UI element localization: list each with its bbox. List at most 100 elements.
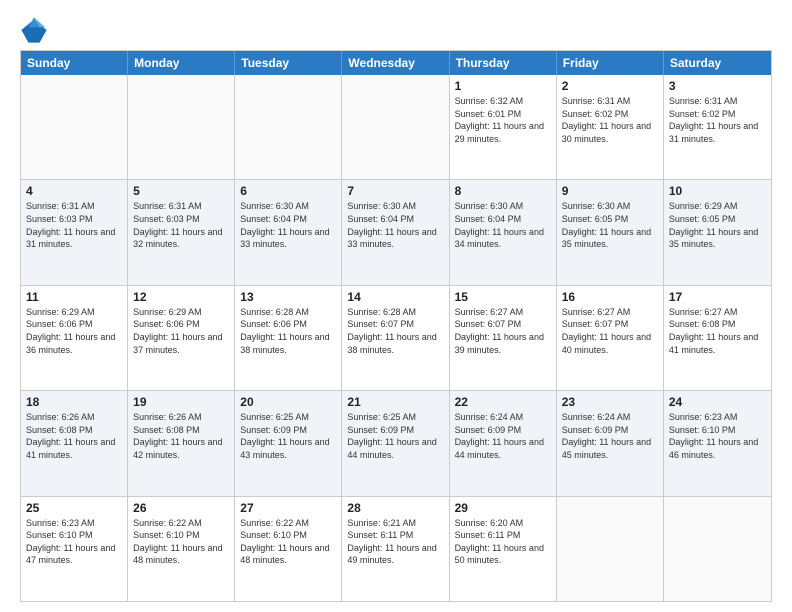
calendar-cell: 27 Sunrise: 6:22 AM Sunset: 6:10 PM Dayli… (235, 497, 342, 601)
calendar-cell: 20 Sunrise: 6:25 AM Sunset: 6:09 PM Dayli… (235, 391, 342, 495)
calendar-cell: 2 Sunrise: 6:31 AM Sunset: 6:02 PM Daylig… (557, 75, 664, 179)
calendar-cell: 6 Sunrise: 6:30 AM Sunset: 6:04 PM Daylig… (235, 180, 342, 284)
day-number: 15 (455, 290, 551, 304)
day-number: 27 (240, 501, 336, 515)
day-number: 23 (562, 395, 658, 409)
logo-icon (20, 16, 48, 44)
calendar-cell: 17 Sunrise: 6:27 AM Sunset: 6:08 PM Dayli… (664, 286, 771, 390)
calendar-cell: 23 Sunrise: 6:24 AM Sunset: 6:09 PM Dayli… (557, 391, 664, 495)
day-number: 28 (347, 501, 443, 515)
cell-info: Sunrise: 6:28 AM Sunset: 6:06 PM Dayligh… (240, 306, 336, 356)
cell-info: Sunrise: 6:30 AM Sunset: 6:04 PM Dayligh… (455, 200, 551, 250)
day-number: 2 (562, 79, 658, 93)
calendar-cell: 12Sunrise: 6:29 AM Sunset: 6:06 PM Dayli… (128, 286, 235, 390)
day-number: 11 (26, 290, 122, 304)
calendar-cell: 15 Sunrise: 6:27 AM Sunset: 6:07 PM Dayli… (450, 286, 557, 390)
cell-info: Sunrise: 6:29 AM Sunset: 6:06 PM Dayligh… (26, 306, 122, 356)
calendar-cell (235, 75, 342, 179)
cell-info: Sunrise: 6:26 AM Sunset: 6:08 PM Dayligh… (133, 411, 229, 461)
day-number: 17 (669, 290, 766, 304)
day-number: 20 (240, 395, 336, 409)
weekday-header: Sunday (21, 51, 128, 75)
weekday-header: Monday (128, 51, 235, 75)
calendar-cell: 14Sunrise: 6:28 AM Sunset: 6:07 PM Dayli… (342, 286, 449, 390)
cell-info: Sunrise: 6:31 AM Sunset: 6:03 PM Dayligh… (133, 200, 229, 250)
day-number: 12 (133, 290, 229, 304)
calendar-cell: 25 Sunrise: 6:23 AM Sunset: 6:10 PM Dayli… (21, 497, 128, 601)
logo (20, 16, 54, 44)
cell-info: Sunrise: 6:23 AM Sunset: 6:10 PM Dayligh… (669, 411, 766, 461)
calendar-cell: 11 Sunrise: 6:29 AM Sunset: 6:06 PM Dayli… (21, 286, 128, 390)
cell-info: Sunrise: 6:26 AM Sunset: 6:08 PM Dayligh… (26, 411, 122, 461)
cell-info: Sunrise: 6:22 AM Sunset: 6:10 PM Dayligh… (240, 517, 336, 567)
cell-info: Sunrise: 6:27 AM Sunset: 6:07 PM Dayligh… (562, 306, 658, 356)
cell-info: Sunrise: 6:24 AM Sunset: 6:09 PM Dayligh… (455, 411, 551, 461)
calendar-row: 11 Sunrise: 6:29 AM Sunset: 6:06 PM Dayli… (21, 286, 771, 391)
day-number: 21 (347, 395, 443, 409)
calendar-row: 1 Sunrise: 6:32 AM Sunset: 6:01 PM Daylig… (21, 75, 771, 180)
calendar-cell: 1 Sunrise: 6:32 AM Sunset: 6:01 PM Daylig… (450, 75, 557, 179)
calendar-cell: 3Sunrise: 6:31 AM Sunset: 6:02 PM Daylig… (664, 75, 771, 179)
calendar-cell: 24 Sunrise: 6:23 AM Sunset: 6:10 PM Dayli… (664, 391, 771, 495)
cell-info: Sunrise: 6:23 AM Sunset: 6:10 PM Dayligh… (26, 517, 122, 567)
calendar-cell: 18 Sunrise: 6:26 AM Sunset: 6:08 PM Dayli… (21, 391, 128, 495)
calendar-cell: 19 Sunrise: 6:26 AM Sunset: 6:08 PM Dayli… (128, 391, 235, 495)
cell-info: Sunrise: 6:20 AM Sunset: 6:11 PM Dayligh… (455, 517, 551, 567)
cell-info: Sunrise: 6:24 AM Sunset: 6:09 PM Dayligh… (562, 411, 658, 461)
calendar-cell: 10 Sunrise: 6:29 AM Sunset: 6:05 PM Dayli… (664, 180, 771, 284)
day-number: 24 (669, 395, 766, 409)
weekday-header: Saturday (664, 51, 771, 75)
calendar-body: 1 Sunrise: 6:32 AM Sunset: 6:01 PM Daylig… (21, 75, 771, 601)
cell-info: Sunrise: 6:32 AM Sunset: 6:01 PM Dayligh… (455, 95, 551, 145)
calendar-row: 4 Sunrise: 6:31 AM Sunset: 6:03 PM Daylig… (21, 180, 771, 285)
calendar-cell (128, 75, 235, 179)
cell-info: Sunrise: 6:21 AM Sunset: 6:11 PM Dayligh… (347, 517, 443, 567)
cell-info: Sunrise: 6:29 AM Sunset: 6:05 PM Dayligh… (669, 200, 766, 250)
cell-info: Sunrise: 6:25 AM Sunset: 6:09 PM Dayligh… (347, 411, 443, 461)
calendar-row: 18 Sunrise: 6:26 AM Sunset: 6:08 PM Dayli… (21, 391, 771, 496)
calendar-cell: 4Sunrise: 6:31 AM Sunset: 6:03 PM Daylig… (21, 180, 128, 284)
weekday-header: Friday (557, 51, 664, 75)
day-number: 1 (455, 79, 551, 93)
cell-info: Sunrise: 6:30 AM Sunset: 6:04 PM Dayligh… (240, 200, 336, 250)
day-number: 5 (133, 184, 229, 198)
calendar-cell: 29 Sunrise: 6:20 AM Sunset: 6:11 PM Dayli… (450, 497, 557, 601)
cell-info: Sunrise: 6:22 AM Sunset: 6:10 PM Dayligh… (133, 517, 229, 567)
calendar-cell (342, 75, 449, 179)
calendar-cell: 8Sunrise: 6:30 AM Sunset: 6:04 PM Daylig… (450, 180, 557, 284)
cell-info: Sunrise: 6:30 AM Sunset: 6:05 PM Dayligh… (562, 200, 658, 250)
day-number: 7 (347, 184, 443, 198)
day-number: 19 (133, 395, 229, 409)
cell-info: Sunrise: 6:25 AM Sunset: 6:09 PM Dayligh… (240, 411, 336, 461)
calendar-cell: 7Sunrise: 6:30 AM Sunset: 6:04 PM Daylig… (342, 180, 449, 284)
calendar-row: 25 Sunrise: 6:23 AM Sunset: 6:10 PM Dayli… (21, 497, 771, 601)
calendar-cell: 9Sunrise: 6:30 AM Sunset: 6:05 PM Daylig… (557, 180, 664, 284)
cell-info: Sunrise: 6:31 AM Sunset: 6:02 PM Dayligh… (562, 95, 658, 145)
calendar: SundayMondayTuesdayWednesdayThursdayFrid… (20, 50, 772, 602)
day-number: 25 (26, 501, 122, 515)
day-number: 10 (669, 184, 766, 198)
page: SundayMondayTuesdayWednesdayThursdayFrid… (0, 0, 792, 612)
weekday-header: Wednesday (342, 51, 449, 75)
weekday-header: Tuesday (235, 51, 342, 75)
cell-info: Sunrise: 6:27 AM Sunset: 6:08 PM Dayligh… (669, 306, 766, 356)
day-number: 13 (240, 290, 336, 304)
calendar-cell (21, 75, 128, 179)
cell-info: Sunrise: 6:31 AM Sunset: 6:02 PM Dayligh… (669, 95, 766, 145)
header (20, 16, 772, 44)
calendar-cell (664, 497, 771, 601)
day-number: 29 (455, 501, 551, 515)
calendar-cell: 5 Sunrise: 6:31 AM Sunset: 6:03 PM Daylig… (128, 180, 235, 284)
day-number: 4 (26, 184, 122, 198)
calendar-cell: 21 Sunrise: 6:25 AM Sunset: 6:09 PM Dayli… (342, 391, 449, 495)
calendar-header: SundayMondayTuesdayWednesdayThursdayFrid… (21, 51, 771, 75)
calendar-cell (557, 497, 664, 601)
day-number: 18 (26, 395, 122, 409)
weekday-header: Thursday (450, 51, 557, 75)
cell-info: Sunrise: 6:27 AM Sunset: 6:07 PM Dayligh… (455, 306, 551, 356)
calendar-cell: 26Sunrise: 6:22 AM Sunset: 6:10 PM Dayli… (128, 497, 235, 601)
calendar-cell: 13 Sunrise: 6:28 AM Sunset: 6:06 PM Dayli… (235, 286, 342, 390)
day-number: 6 (240, 184, 336, 198)
cell-info: Sunrise: 6:28 AM Sunset: 6:07 PM Dayligh… (347, 306, 443, 356)
day-number: 22 (455, 395, 551, 409)
